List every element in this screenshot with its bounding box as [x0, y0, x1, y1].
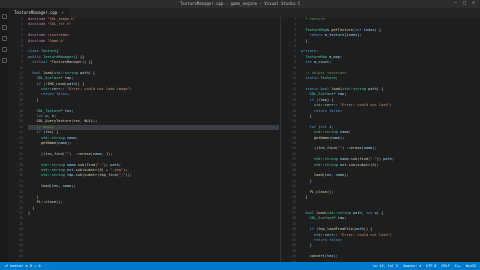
- tab-label: TextureManager.cpp: [14, 10, 58, 15]
- code-line[interactable]: [28, 254, 279, 259]
- code-area[interactable]: * texture TextureMap& getTexture(int ind…: [301, 17, 480, 262]
- line-number-gutter: 1 2 3 4 5 6 7 8 9 10 11 12 13 14 15 16 17 18 19 20 21 22 23 24 2…: [8, 17, 26, 262]
- activity-bar: [0, 8, 8, 262]
- title-bar: TextureManager.cpp - game_engine - Visua…: [0, 0, 480, 8]
- status-items: Ln 43, Col 5 Spaces: 4 UTF-8 CRLF C++ Wi…: [373, 262, 476, 270]
- editor-left[interactable]: 1 2 3 4 5 6 7 8 9 10 11 12 13 14 15 16 17 18 19 20 21 22 23 24 2…: [8, 17, 279, 262]
- window-controls: – □ ✕: [453, 1, 476, 7]
- line-number: 45: [19, 254, 23, 259]
- source-control-icon[interactable]: [1, 36, 7, 41]
- code-area[interactable]: #include "SDL_image.h" #include "SDL_ttf.…: [28, 17, 279, 262]
- line-ending[interactable]: CRLF: [441, 262, 449, 270]
- language-mode[interactable]: C++: [455, 262, 461, 270]
- branch-status[interactable]: ⎇ master ⊗ 0 ⚠ 0: [4, 262, 41, 270]
- extensions-icon[interactable]: [1, 58, 7, 63]
- debug-icon[interactable]: [1, 47, 7, 52]
- close-button[interactable]: ✕: [471, 1, 476, 6]
- encoding[interactable]: UTF-8: [426, 262, 436, 270]
- close-tab-icon[interactable]: ×: [61, 10, 63, 15]
- window-title: TextureManager.cpp - game_engine - Visua…: [180, 1, 300, 6]
- cursor-position[interactable]: Ln 43, Col 5: [373, 262, 398, 270]
- platform[interactable]: Win32: [466, 262, 476, 270]
- editor-right[interactable]: 1 2 3 4 5 6 7 8 9 10 11 12 13 14 15 16 17 18 19 20 21 22 23 24 2…: [280, 17, 480, 262]
- explorer-icon[interactable]: [1, 14, 7, 19]
- line-number-gutter: 1 2 3 4 5 6 7 8 9 10 11 12 13 14 15 16 17 18 19 20 21 22 23 24 2…: [281, 17, 299, 262]
- search-icon[interactable]: [1, 25, 7, 30]
- status-bar: ⎇ master ⊗ 0 ⚠ 0 Ln 43, Col 5 Spaces: 4 …: [0, 262, 480, 270]
- indentation[interactable]: Spaces: 4: [403, 262, 421, 270]
- minimize-button[interactable]: –: [453, 1, 458, 6]
- tab-bar: TextureManager.cpp ×: [8, 8, 480, 17]
- maximize-button[interactable]: □: [462, 1, 467, 6]
- tab-texture-manager[interactable]: TextureManager.cpp ×: [8, 8, 70, 17]
